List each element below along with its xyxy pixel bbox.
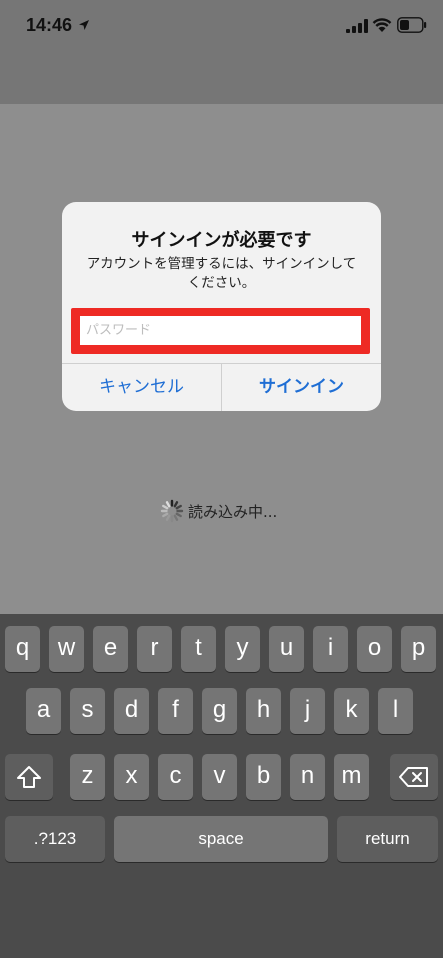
password-input[interactable] (80, 316, 361, 345)
cancel-button[interactable]: キャンセル (62, 364, 221, 411)
key-y[interactable]: y (225, 626, 260, 672)
key-l[interactable]: l (378, 688, 413, 734)
wifi-icon (372, 18, 392, 32)
key-c[interactable]: c (158, 754, 193, 800)
key-j[interactable]: j (290, 688, 325, 734)
loading-text: 読み込み中... (188, 502, 278, 521)
cellular-signal-icon (346, 19, 368, 33)
key-v[interactable]: v (202, 754, 237, 800)
spinner-icon (160, 499, 184, 523)
return-key[interactable]: return (337, 816, 438, 862)
key-a[interactable]: a (26, 688, 61, 734)
alert-title: サインインが必要です (131, 230, 312, 251)
key-b[interactable]: b (246, 754, 281, 800)
key-m[interactable]: m (334, 754, 369, 800)
key-x[interactable]: x (114, 754, 149, 800)
space-key[interactable]: space (114, 816, 328, 862)
key-k[interactable]: k (334, 688, 369, 734)
signin-alert-dialog: サインインが必要です アカウントを管理するには、サインインしてください。 キャン… (62, 202, 381, 411)
shift-key[interactable] (5, 754, 53, 800)
key-u[interactable]: u (269, 626, 304, 672)
key-p[interactable]: p (401, 626, 436, 672)
key-r[interactable]: r (137, 626, 172, 672)
status-and-nav-bar: 14:46 (0, 0, 443, 104)
shift-icon (17, 766, 41, 788)
key-e[interactable]: e (93, 626, 128, 672)
battery-icon (397, 17, 427, 33)
key-t[interactable]: t (181, 626, 216, 672)
key-s[interactable]: s (70, 688, 105, 734)
status-time: 14:46 (26, 15, 73, 35)
signin-button[interactable]: サインイン (222, 364, 381, 411)
numbers-key[interactable]: .?123 (5, 816, 105, 862)
key-i[interactable]: i (313, 626, 348, 672)
key-d[interactable]: d (114, 688, 149, 734)
delete-key[interactable] (390, 754, 438, 800)
location-arrow-icon (79, 20, 89, 30)
key-z[interactable]: z (70, 754, 105, 800)
loading-indicator: 読み込み中... (160, 498, 277, 524)
key-q[interactable]: q (5, 626, 40, 672)
key-w[interactable]: w (49, 626, 84, 672)
keyboard: q w e r t y u i o p a s d f g h j k l z … (0, 614, 443, 958)
key-h[interactable]: h (246, 688, 281, 734)
key-o[interactable]: o (357, 626, 392, 672)
alert-message: アカウントを管理するには、サインインしてください。 (86, 256, 357, 291)
key-f[interactable]: f (158, 688, 193, 734)
key-n[interactable]: n (290, 754, 325, 800)
backspace-icon (399, 767, 428, 787)
key-g[interactable]: g (202, 688, 237, 734)
